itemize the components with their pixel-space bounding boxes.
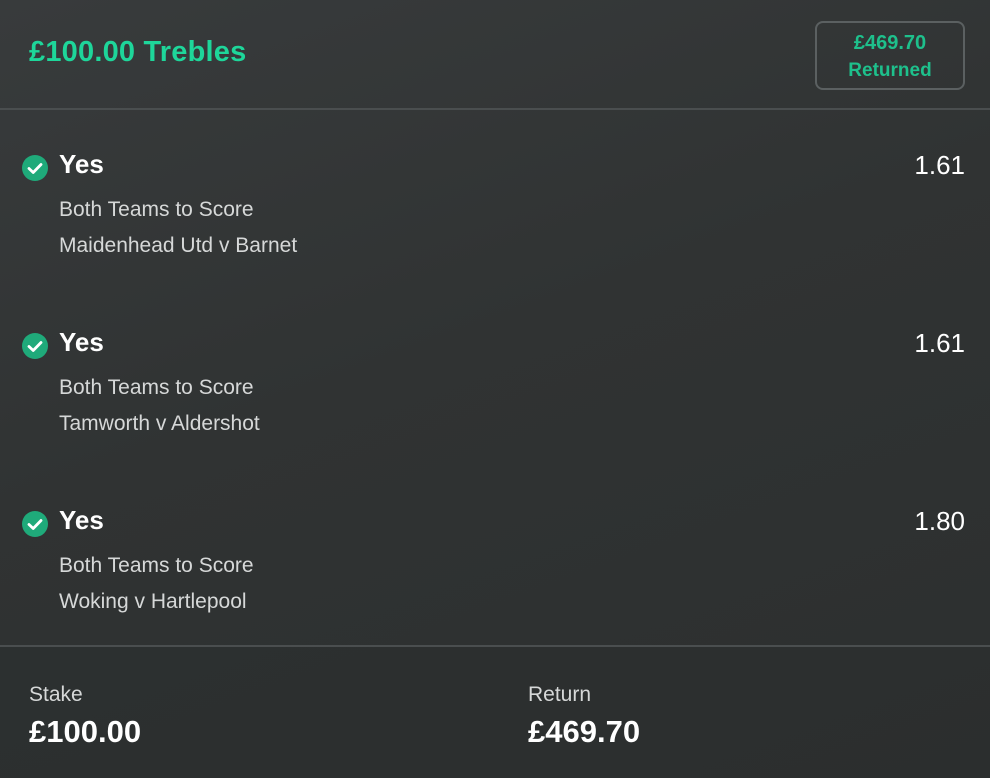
selection-event: Woking v Hartlepool	[59, 590, 247, 613]
selection-name: Yes	[59, 149, 104, 179]
selection-odds: 1.61	[914, 150, 965, 180]
return-label: Return	[528, 683, 592, 706]
selection-name: Yes	[59, 505, 104, 535]
returned-amount: £469.70	[853, 32, 927, 54]
selection-market: Both Teams to Score	[59, 376, 254, 399]
selection-row: Yes 1.61 Both Teams to Score Tamworth v …	[0, 320, 990, 480]
bet-card: £100.00 Trebles £469.70 Returned Yes 1.6…	[0, 0, 990, 778]
selection-odds: 1.61	[914, 328, 965, 358]
stake-value: £100.00	[29, 714, 142, 749]
returned-label: Returned	[848, 60, 932, 81]
check-circle-icon	[22, 511, 48, 537]
check-circle-icon	[22, 333, 48, 359]
bet-title: £100.00 Trebles	[29, 36, 247, 68]
selection-market: Both Teams to Score	[59, 554, 254, 577]
stake-label: Stake	[29, 683, 83, 706]
selection-market: Both Teams to Score	[59, 198, 254, 221]
selection-odds: 1.80	[914, 506, 965, 536]
selection-event: Maidenhead Utd v Barnet	[59, 234, 298, 257]
selection-name: Yes	[59, 327, 104, 357]
check-circle-icon	[22, 155, 48, 181]
bet-header: £100.00 Trebles £469.70 Returned	[0, 0, 990, 110]
bet-footer: Stake £100.00 Return £469.70	[0, 645, 990, 778]
returned-badge: £469.70 Returned	[815, 21, 965, 90]
return-value: £469.70	[528, 714, 641, 749]
selection-row: Yes 1.80 Both Teams to Score Woking v Ha…	[0, 498, 990, 658]
selection-row: Yes 1.61 Both Teams to Score Maidenhead …	[0, 142, 990, 302]
selection-event: Tamworth v Aldershot	[59, 412, 260, 435]
